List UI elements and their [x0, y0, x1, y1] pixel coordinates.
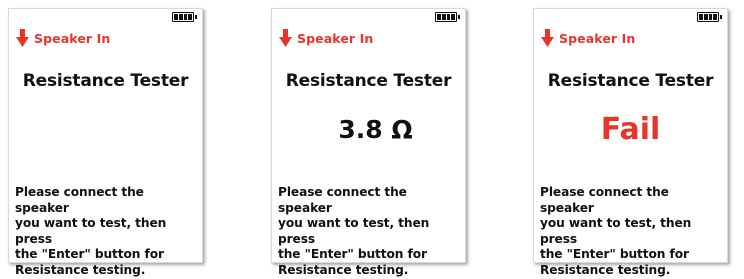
device-screen-idle: Speaker In Resistance Tester Please conn…: [8, 8, 203, 277]
device-screen-fail: Speaker In Resistance Tester Fail Please…: [533, 8, 728, 277]
speaker-in-header: Speaker In: [279, 29, 373, 47]
arrow-down-icon: [541, 29, 554, 47]
fail-status: Fail: [600, 112, 661, 147]
instructions-text: Please connect the speaker you want to t…: [278, 185, 430, 277]
resistance-reading: 3.8 Ω: [338, 115, 413, 144]
speaker-in-header: Speaker In: [541, 29, 635, 47]
screen-title: Resistance Tester: [285, 71, 452, 91]
header-label: Speaker In: [34, 30, 111, 46]
screen-title: Resistance Tester: [547, 71, 714, 91]
device-screen-result: Speaker In Resistance Tester 3.8 Ω Pleas…: [271, 8, 466, 277]
instructions-text: Please connect the speaker you want to t…: [15, 185, 167, 277]
screen-title: Resistance Tester: [22, 71, 189, 91]
arrow-down-icon: [16, 29, 29, 47]
battery-full-icon: [697, 12, 722, 22]
header-label: Speaker In: [559, 30, 636, 46]
battery-full-icon: [435, 12, 460, 22]
battery-full-icon: [172, 12, 197, 22]
instructions-text: Please connect the speaker you want to t…: [540, 185, 692, 277]
speaker-in-header: Speaker In: [16, 29, 110, 47]
header-label: Speaker In: [297, 30, 374, 46]
arrow-down-icon: [279, 29, 292, 47]
